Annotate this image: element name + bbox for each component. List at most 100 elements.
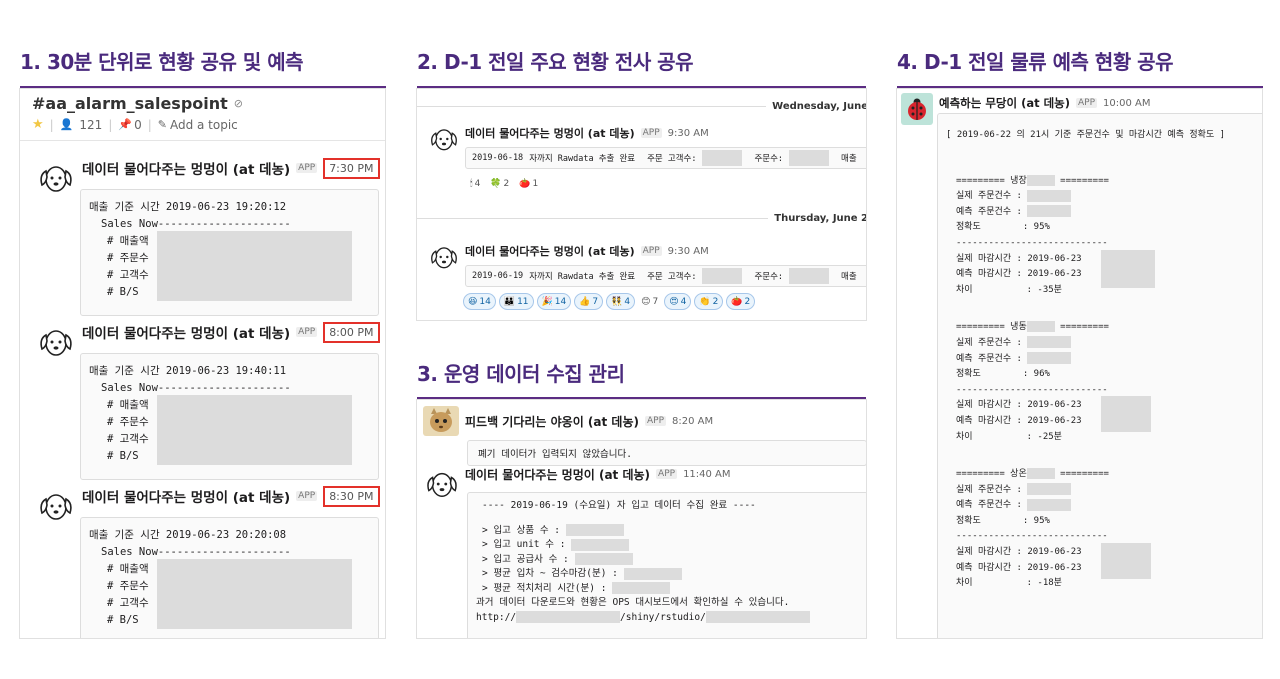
app-badge: APP xyxy=(645,416,667,426)
dog-avatar-icon[interactable] xyxy=(425,468,459,500)
date-label: Thursday, June 2 xyxy=(774,213,867,224)
sender-name[interactable]: 데이터 물어다주는 멍멍이 (at 데농) xyxy=(82,158,290,178)
message: 데이터 물어다주는 멍멍이 (at 데농) APP 9:30 AM 2019-0… xyxy=(429,125,866,192)
sender-name[interactable]: 데이터 물어다주는 멍멍이 (at 데농) xyxy=(82,322,290,342)
data-collection-panel: 피드백 기다리는 야옹이 (at 데농) APP 8:20 AM 폐기 데이터가… xyxy=(416,399,867,639)
sender-name[interactable]: 데이터 물어다주는 멍멍이 (at 데농) xyxy=(465,466,650,483)
pin-count[interactable]: 0 xyxy=(134,118,142,132)
rawdata-block: 2019-06-18 자까지 Rawdata 추출 완료 주문 고객수: 주문수… xyxy=(465,147,866,169)
mute-icon[interactable]: ⊘ xyxy=(234,97,243,110)
add-topic-link[interactable]: Add a topic xyxy=(170,118,238,132)
forecast-report-block: [ 2019-06-22 의 21시 기준 주문건수 및 마감시간 예측 정확도… xyxy=(937,113,1262,638)
order-label: 주문수: xyxy=(754,272,784,282)
app-badge: APP xyxy=(640,128,662,138)
message: 피드백 기다리는 야옹이 (at 데농) APP 8:20 AM 폐기 데이터가… xyxy=(423,406,866,466)
tada-icon: 🎉 xyxy=(541,296,553,307)
reaction[interactable]: 🍀 2 xyxy=(487,175,512,192)
section-title-1: 1. 30분 단위로 현황 공유 및 예측 xyxy=(20,50,304,74)
report-line: > 입고 공급사 수 : xyxy=(476,553,859,568)
reactions: 😆 14 👪 11 🎉 14 👍 7 👯 4 😊 7 😍 4 👏 2 🍅 2 xyxy=(463,293,866,310)
sender-name[interactable]: 예측하는 무당이 (at 데농) xyxy=(939,95,1070,111)
star-icon[interactable]: ★ xyxy=(32,117,44,132)
message: 데이터 물어다주는 멍멍이 (at 데농) APP 11:40 AM ---- … xyxy=(425,466,866,638)
date-divider: Wednesday, June xyxy=(417,101,866,112)
sender-name[interactable]: 데이터 물어다주는 멍멍이 (at 데농) xyxy=(465,125,635,141)
reaction[interactable]: 🕯 4 xyxy=(467,175,483,192)
sender-name[interactable]: 데이터 물어다주는 멍멍이 (at 데농) xyxy=(82,486,290,506)
sales-report-block: 매출 기준 시간 2019-06-23 19:40:11 Sales Now--… xyxy=(80,353,379,480)
dog-avatar-icon[interactable] xyxy=(38,325,74,359)
redacted-values xyxy=(157,231,352,301)
dog-avatar-icon[interactable] xyxy=(429,243,459,271)
reaction[interactable]: 🍅 1 xyxy=(516,175,541,192)
rawdata-block: 2019-06-19 자까지 Rawdata 추출 완료 주문 고객수: 주문수… xyxy=(465,265,866,287)
report-header: 매출 기준 시간 2019-06-23 20:20:08 xyxy=(89,529,287,541)
clap-icon: 👏 xyxy=(699,296,711,307)
app-badge: APP xyxy=(296,327,318,337)
waste-data-alert: 폐기 데이터가 입력되지 않았습니다. xyxy=(467,440,866,466)
sales-report-block: 매출 기준 시간 2019-06-23 20:20:08 Sales Now--… xyxy=(80,517,379,638)
dancers-icon: 👯 xyxy=(611,296,623,307)
collection-report-block: ---- 2019-06-19 (수요일) 자 입고 데이터 수집 완료 ---… xyxy=(467,492,866,638)
sender-name[interactable]: 피드백 기다리는 야옹이 (at 데농) xyxy=(465,413,639,430)
date-divider: Thursday, June 2 xyxy=(417,213,867,224)
dashboard-link[interactable]: http:///shiny/rstudio/ xyxy=(476,611,859,626)
sender-name[interactable]: 데이터 물어다주는 멍멍이 (at 데농) xyxy=(465,243,635,259)
timestamp-highlight[interactable]: 8:00 PM xyxy=(323,321,380,343)
forecast-block: ========= 냉장 ========= 실제 주문건수 : 예측 주문건수… xyxy=(946,174,1262,299)
timestamp-highlight[interactable]: 8:30 PM xyxy=(323,485,380,507)
timestamp[interactable]: 10:00 AM xyxy=(1103,98,1150,109)
reaction[interactable]: 🍅 2 xyxy=(726,293,756,310)
app-badge: APP xyxy=(656,469,678,479)
reaction[interactable]: 🎉 14 xyxy=(536,293,572,310)
redacted-values xyxy=(157,395,352,465)
timestamp-highlight[interactable]: 7:30 PM xyxy=(323,157,380,179)
heart-eyes-icon: 😍 xyxy=(669,296,679,307)
pencil-icon[interactable]: ✎ xyxy=(158,118,167,131)
party-face-icon: 😆 xyxy=(468,296,478,307)
pin-icon[interactable]: 📌 xyxy=(118,118,132,131)
reaction[interactable]: 👯 4 xyxy=(606,293,636,310)
report-footer: 과거 데이터 다운로드와 현황은 OPS 대시보드에서 확인하실 수 있습니다. xyxy=(476,597,790,608)
clover-icon: 🍀 xyxy=(490,178,502,189)
redacted-value xyxy=(789,150,830,166)
customer-label: 주문 고객수: xyxy=(647,272,697,282)
order-label: 주문수: xyxy=(754,154,784,164)
reactions: 🕯 4 🍀 2 🍅 1 xyxy=(467,175,866,192)
cat-avatar-icon[interactable] xyxy=(423,406,459,436)
forecast-title: [ 2019-06-22 의 21시 기준 주문건수 및 마감시간 예측 정확도… xyxy=(946,130,1226,140)
ladybug-avatar-icon[interactable] xyxy=(901,93,933,125)
app-badge: APP xyxy=(640,246,662,256)
dog-avatar-icon[interactable] xyxy=(38,161,74,195)
family-icon: 👪 xyxy=(503,296,516,307)
dog-avatar-icon[interactable] xyxy=(429,125,459,153)
member-count[interactable]: 121 xyxy=(79,118,102,132)
customer-label: 주문 고객수: xyxy=(647,154,697,164)
message: 데이터 물어다주는 멍멍이 (at 데농) APP 7:30 PM 매출 기준 … xyxy=(20,157,385,316)
section-title-3: 3. 운영 데이터 수집 관리 xyxy=(417,362,625,386)
app-badge: APP xyxy=(296,163,318,173)
reaction[interactable]: 👍 7 xyxy=(574,293,604,310)
sales-report-block: 매출 기준 시간 2019-06-23 19:20:12 Sales Now--… xyxy=(80,189,379,316)
members-icon[interactable]: 👤 xyxy=(60,118,74,131)
redacted-values xyxy=(157,559,352,629)
channel-name[interactable]: #aa_alarm_salespoint xyxy=(32,94,228,113)
report-date: 2019-06-18 xyxy=(472,153,524,163)
app-badge: APP xyxy=(296,491,318,501)
dog-avatar-icon[interactable] xyxy=(38,489,74,523)
app-badge: APP xyxy=(1076,98,1098,108)
timestamp[interactable]: 11:40 AM xyxy=(683,469,730,480)
timestamp[interactable]: 9:30 AM xyxy=(668,246,709,257)
reaction[interactable]: 😊 7 xyxy=(638,293,661,310)
timestamp[interactable]: 8:20 AM xyxy=(672,416,713,427)
reaction[interactable]: 😍 4 xyxy=(664,293,692,310)
redacted-value xyxy=(702,150,743,166)
reaction[interactable]: 😆 14 xyxy=(463,293,496,310)
sales-label: 매출 xyxy=(841,272,857,282)
timestamp[interactable]: 9:30 AM xyxy=(668,128,709,139)
report-header: 매출 기준 시간 2019-06-23 19:20:12 xyxy=(89,201,287,213)
candle-icon: 🕯 xyxy=(470,178,473,189)
reaction[interactable]: 👪 11 xyxy=(498,293,534,310)
message: 데이터 물어다주는 멍멍이 (at 데농) APP 8:00 PM 매출 기준 … xyxy=(20,321,385,480)
reaction[interactable]: 👏 2 xyxy=(694,293,724,310)
